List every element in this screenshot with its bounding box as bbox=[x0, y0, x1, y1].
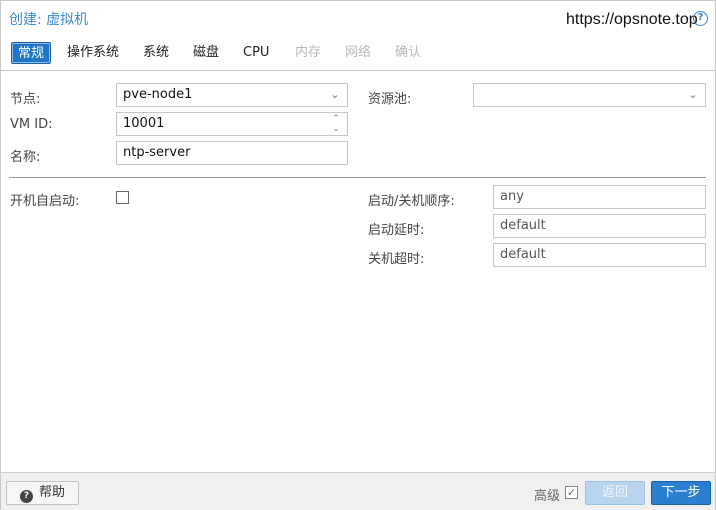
dialog-title: 创建: 虚拟机 bbox=[9, 12, 89, 28]
back-button: 返回 bbox=[585, 481, 645, 505]
shutdown-timeout-placeholder: default bbox=[500, 247, 546, 262]
question-icon: ? bbox=[19, 490, 33, 503]
tab-os[interactable]: 操作系统 bbox=[61, 42, 125, 64]
node-select[interactable]: pve-node1 ⌄ bbox=[116, 83, 348, 107]
next-button[interactable]: 下一步 bbox=[651, 481, 711, 505]
chevron-down-icon[interactable]: ⌄ bbox=[687, 84, 699, 106]
tab-confirm: 确认 bbox=[395, 45, 422, 60]
pool-select[interactable]: ⌄ bbox=[473, 83, 706, 107]
dialog-titlebar: 创建: 虚拟机 https://opsnote.top ? bbox=[1, 1, 715, 37]
startup-delay-label: 启动延时: bbox=[368, 223, 425, 238]
section-divider bbox=[9, 177, 706, 178]
tab-memory: 内存 bbox=[295, 45, 322, 60]
vmid-label: VM ID: bbox=[10, 117, 53, 132]
tab-cpu[interactable]: CPU bbox=[237, 42, 275, 64]
order-label: 启动/关机顺序: bbox=[368, 194, 455, 209]
help-button-label: 帮助 bbox=[38, 485, 65, 500]
watermark-text: https://opsnote.top bbox=[566, 11, 698, 28]
name-label: 名称: bbox=[10, 150, 41, 165]
name-value: ntp-server bbox=[123, 145, 191, 160]
node-label: 节点: bbox=[10, 92, 41, 107]
onboot-label: 开机自启动: bbox=[10, 194, 80, 209]
wizard-tabs: 常规 操作系统 系统 磁盘 CPU 内存 网络 确认 bbox=[1, 37, 715, 71]
spinner-arrows-icon[interactable]: ⌃ ⌄ bbox=[330, 114, 342, 134]
startup-delay-placeholder: default bbox=[500, 218, 546, 233]
order-placeholder: any bbox=[500, 189, 524, 204]
create-vm-dialog: 创建: 虚拟机 https://opsnote.top ? 常规 操作系统 系统… bbox=[0, 0, 716, 510]
shutdown-timeout-input[interactable]: default bbox=[493, 243, 706, 267]
startup-delay-input[interactable]: default bbox=[493, 214, 706, 238]
shutdown-timeout-label: 关机超时: bbox=[368, 252, 425, 267]
pool-label: 资源池: bbox=[368, 92, 412, 107]
tab-general[interactable]: 常规 bbox=[11, 42, 52, 64]
spin-up-icon[interactable]: ⌃ bbox=[330, 114, 342, 124]
checkmark-icon: ✓ bbox=[566, 486, 577, 499]
tab-network: 网络 bbox=[345, 45, 372, 60]
name-input[interactable]: ntp-server bbox=[116, 141, 348, 165]
chevron-down-icon[interactable]: ⌄ bbox=[329, 84, 341, 106]
tab-disks[interactable]: 磁盘 bbox=[187, 42, 225, 64]
order-input[interactable]: any bbox=[493, 185, 706, 209]
spin-down-icon[interactable]: ⌄ bbox=[330, 124, 342, 134]
vmid-spinner[interactable]: 10001 ⌃ ⌄ bbox=[116, 112, 348, 136]
onboot-checkbox[interactable] bbox=[116, 191, 129, 204]
advanced-checkbox[interactable]: ✓ bbox=[565, 486, 578, 499]
dialog-footer: ? 帮助 高级 ✓ 返回 下一步 bbox=[1, 472, 715, 510]
general-panel: 节点: pve-node1 ⌄ VM ID: 10001 ⌃ ⌄ 名称: ntp… bbox=[1, 72, 715, 472]
help-button[interactable]: ? 帮助 bbox=[6, 481, 79, 505]
tab-system[interactable]: 系统 bbox=[137, 42, 175, 64]
advanced-label: 高级 bbox=[534, 489, 561, 504]
help-circle-icon[interactable]: ? bbox=[693, 11, 708, 26]
node-value: pve-node1 bbox=[123, 87, 193, 102]
vmid-value: 10001 bbox=[123, 116, 165, 131]
